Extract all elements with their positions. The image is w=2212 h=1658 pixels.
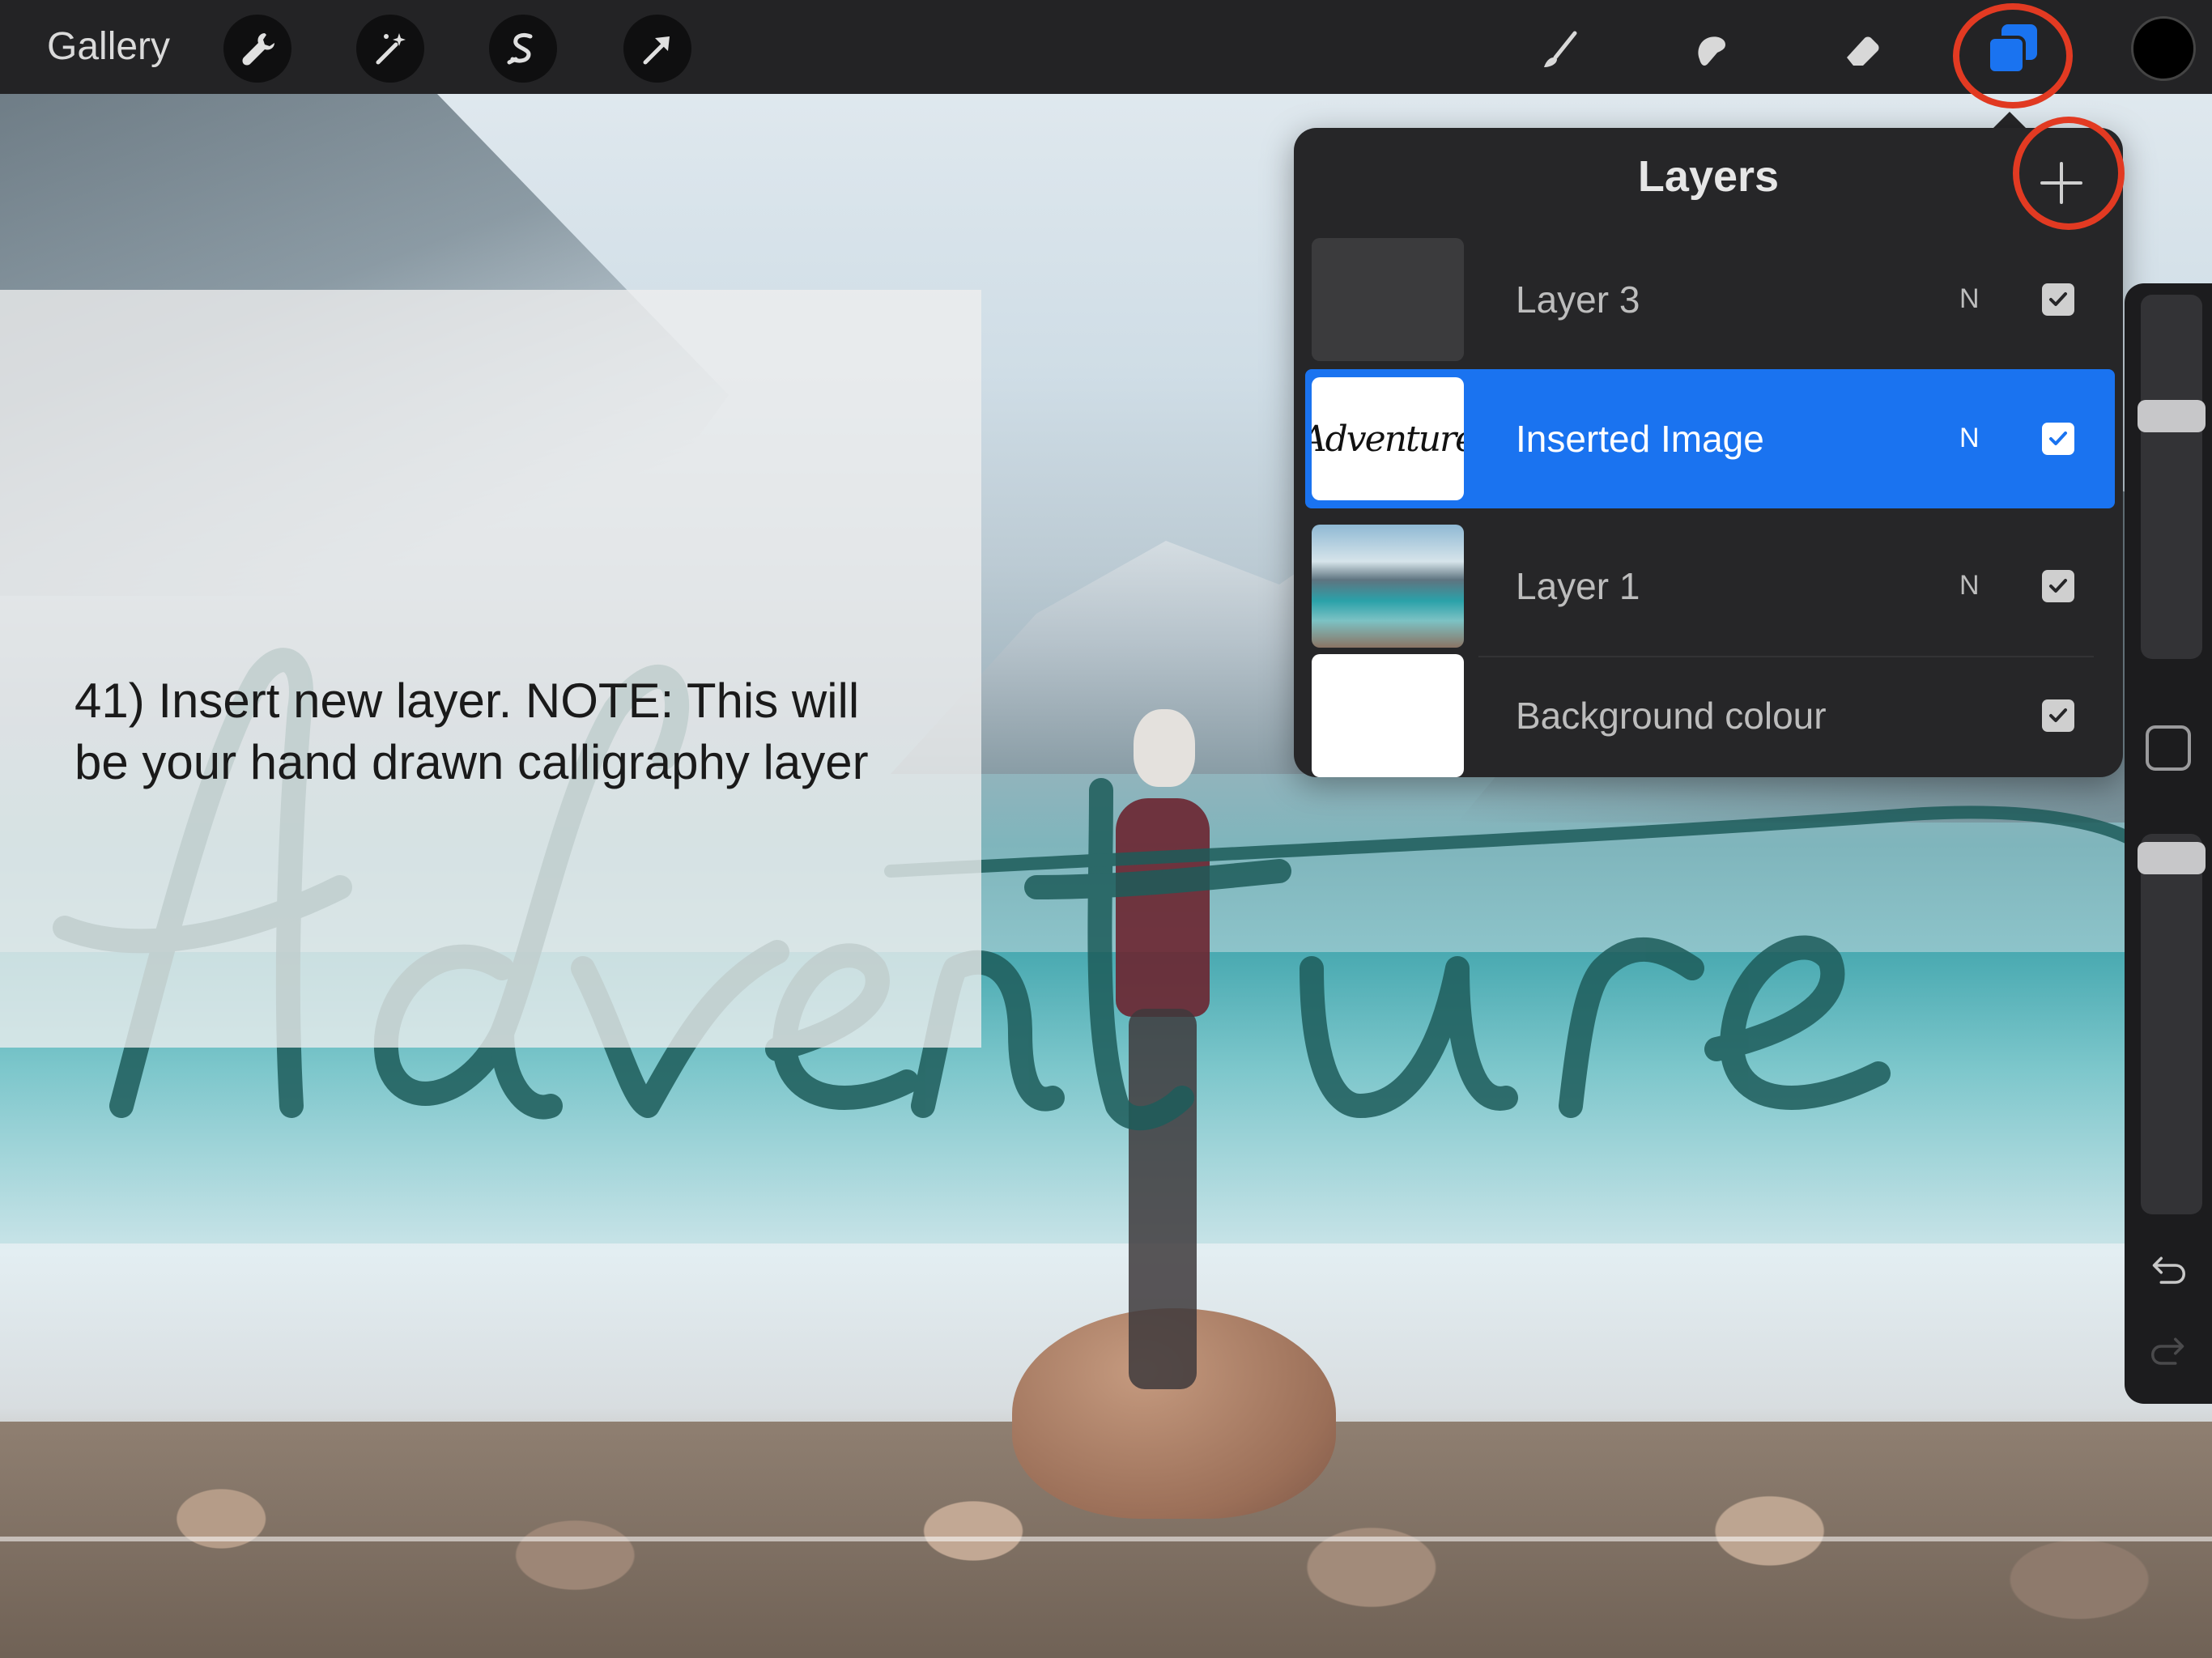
- color-picker-button[interactable]: [2131, 16, 2196, 81]
- overlay-edge: [0, 1537, 2212, 1541]
- opacity-handle[interactable]: [2138, 842, 2206, 874]
- layer-thumbnail: Adventure: [1312, 377, 1464, 500]
- actions-button[interactable]: [223, 15, 291, 83]
- eraser-tool-button[interactable]: [1831, 19, 1893, 81]
- undo-button[interactable]: [2142, 1245, 2194, 1297]
- thumbnail-lettering: Adventure: [1312, 418, 1464, 460]
- blend-mode-button[interactable]: N: [1959, 419, 1980, 457]
- instruction-line-1: 41) Insert new layer. NOTE: This will: [74, 674, 860, 728]
- checkmark-icon: [2049, 579, 2067, 593]
- top-toolbar: Gallery: [0, 0, 2212, 94]
- brush-size-handle[interactable]: [2138, 400, 2206, 432]
- smudge-icon: [1698, 36, 1725, 66]
- gallery-button[interactable]: Gallery: [47, 23, 170, 71]
- checkmark-icon: [2049, 292, 2067, 306]
- instruction-line-2: be your hand drawn calligraphy layer: [74, 735, 869, 789]
- checkmark-icon: [2049, 432, 2067, 445]
- layers-panel-title: Layers: [1637, 152, 1780, 201]
- adjustments-button[interactable]: [356, 15, 424, 83]
- layer-name[interactable]: Background colour: [1516, 693, 1827, 738]
- magic-wand-icon: [376, 33, 406, 65]
- selection-icon: [507, 32, 533, 65]
- plus-icon: [2040, 162, 2082, 204]
- add-layer-button[interactable]: [2029, 151, 2094, 215]
- blend-mode-button[interactable]: N: [1959, 280, 1980, 317]
- layer-thumbnail: [1312, 654, 1464, 777]
- eraser-icon: [1847, 36, 1879, 66]
- instruction-panel: 41) Insert new layer. NOTE: This will be…: [0, 290, 981, 1048]
- layer-row-inserted-image[interactable]: Adventure Inserted Image N: [1305, 369, 2115, 508]
- wrench-icon: [242, 33, 274, 66]
- undo-icon: [2152, 1256, 2186, 1284]
- layer-name[interactable]: Layer 1: [1516, 563, 1640, 609]
- brush-icon: [1544, 31, 1577, 67]
- layer-name[interactable]: Inserted Image: [1516, 416, 1764, 461]
- brush-size-slider[interactable]: [2138, 295, 2206, 659]
- blend-mode-button[interactable]: N: [1959, 567, 1980, 604]
- redo-button[interactable]: [2142, 1326, 2194, 1378]
- instruction-text: 41) Insert new layer. NOTE: This will be…: [74, 670, 965, 793]
- layer-row-layer-3[interactable]: Layer 3 N: [1305, 230, 2115, 369]
- transform-button[interactable]: [623, 15, 691, 83]
- visibility-checkbox[interactable]: [2042, 283, 2074, 316]
- visibility-checkbox[interactable]: [2042, 699, 2074, 732]
- smudge-tool-button[interactable]: [1679, 19, 1741, 81]
- opacity-slider[interactable]: [2138, 834, 2206, 1214]
- layer-name[interactable]: Layer 3: [1516, 277, 1640, 322]
- layer-row-layer-1[interactable]: Layer 1 N: [1305, 517, 2115, 656]
- layer-thumbnail: [1312, 525, 1464, 648]
- layer-row-background-colour[interactable]: Background colour: [1305, 646, 2115, 777]
- transform-arrow-icon: [643, 36, 670, 65]
- visibility-checkbox[interactable]: [2042, 423, 2074, 455]
- layer-thumbnail: [1312, 238, 1464, 361]
- modify-button[interactable]: [2146, 725, 2191, 771]
- redo-icon: [2150, 1337, 2184, 1365]
- layers-panel: Layers Layer 3 N Adventure Inserted Imag…: [1294, 128, 2123, 777]
- brush-tool-button[interactable]: [1529, 19, 1590, 81]
- layers-button[interactable]: [1982, 19, 2042, 79]
- visibility-checkbox[interactable]: [2042, 570, 2074, 602]
- layers-icon: [1987, 24, 2037, 74]
- right-sidebar: [2125, 283, 2212, 1404]
- selection-button[interactable]: [489, 15, 557, 83]
- checkmark-icon: [2049, 708, 2067, 722]
